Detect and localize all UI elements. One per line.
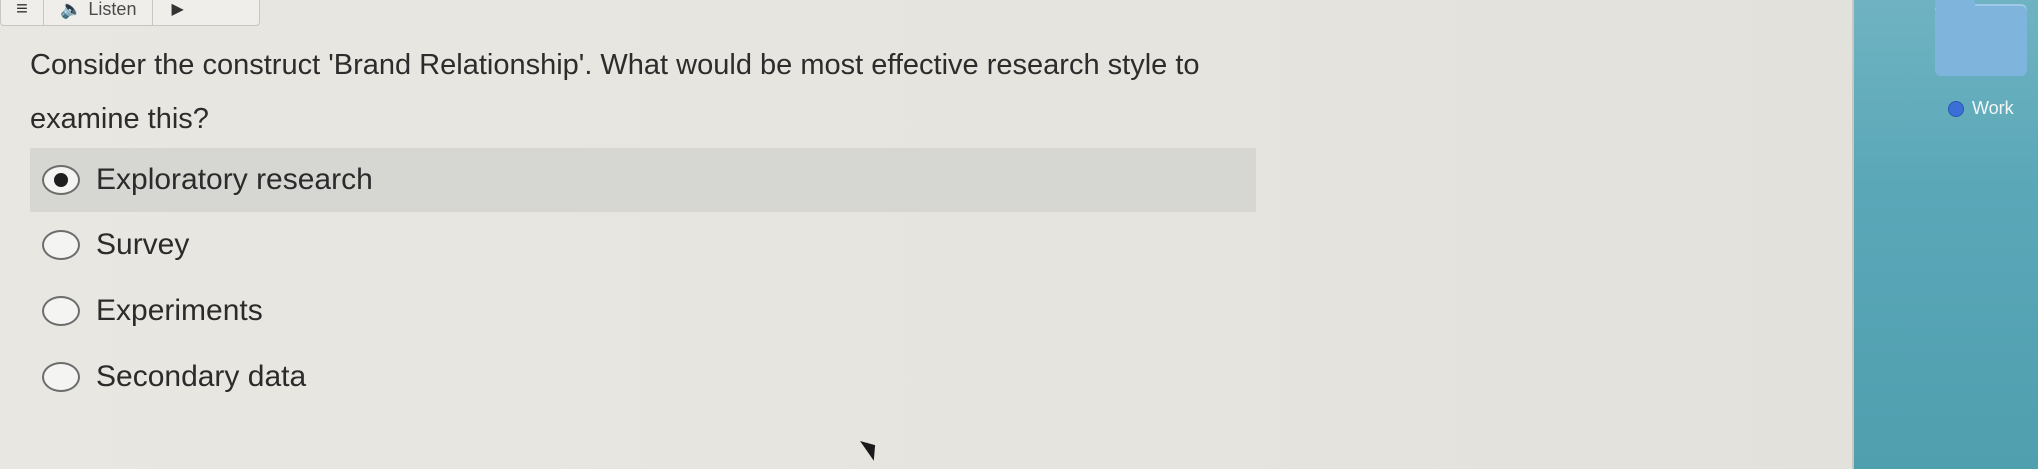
listen-button[interactable]: 🔈 Listen — [44, 0, 152, 20]
question-text: Consider the construct 'Brand Relationsh… — [30, 49, 1200, 135]
quiz-page: ≡ 🔈 Listen ▶ Consider the construct 'Bra… — [0, 0, 1852, 469]
answer-options: Exploratory research Survey Experiments … — [30, 148, 1256, 410]
speaker-icon: 🔈 — [60, 0, 83, 19]
reader-toolbar: ≡ 🔈 Listen ▶ — [0, 0, 260, 26]
option-exploratory-research[interactable]: Exploratory research — [30, 148, 1256, 212]
work-tag[interactable]: Work — [1948, 98, 2014, 119]
mouse-pointer-icon — [860, 435, 882, 461]
option-label: Experiments — [96, 294, 263, 327]
radio-button[interactable] — [42, 296, 80, 326]
radio-button[interactable] — [42, 165, 80, 195]
radio-button[interactable] — [42, 362, 80, 392]
tag-color-dot — [1948, 100, 1964, 117]
play-icon[interactable]: ▶ — [153, 0, 201, 19]
listen-label: Listen — [88, 0, 137, 19]
folder-icon[interactable] — [1935, 0, 2027, 76]
option-label: Exploratory research — [96, 163, 373, 196]
option-experiments[interactable]: Experiments — [30, 278, 1256, 344]
option-survey[interactable]: Survey — [30, 212, 1256, 278]
option-label: Survey — [96, 228, 190, 261]
tag-label: Work — [1972, 98, 2014, 118]
hamburger-icon[interactable]: ≡ — [1, 0, 43, 21]
radio-button[interactable] — [42, 230, 80, 260]
desktop-background: Work — [1852, 0, 2038, 469]
option-secondary-data[interactable]: Secondary data — [30, 344, 1256, 410]
option-label: Secondary data — [96, 360, 307, 393]
